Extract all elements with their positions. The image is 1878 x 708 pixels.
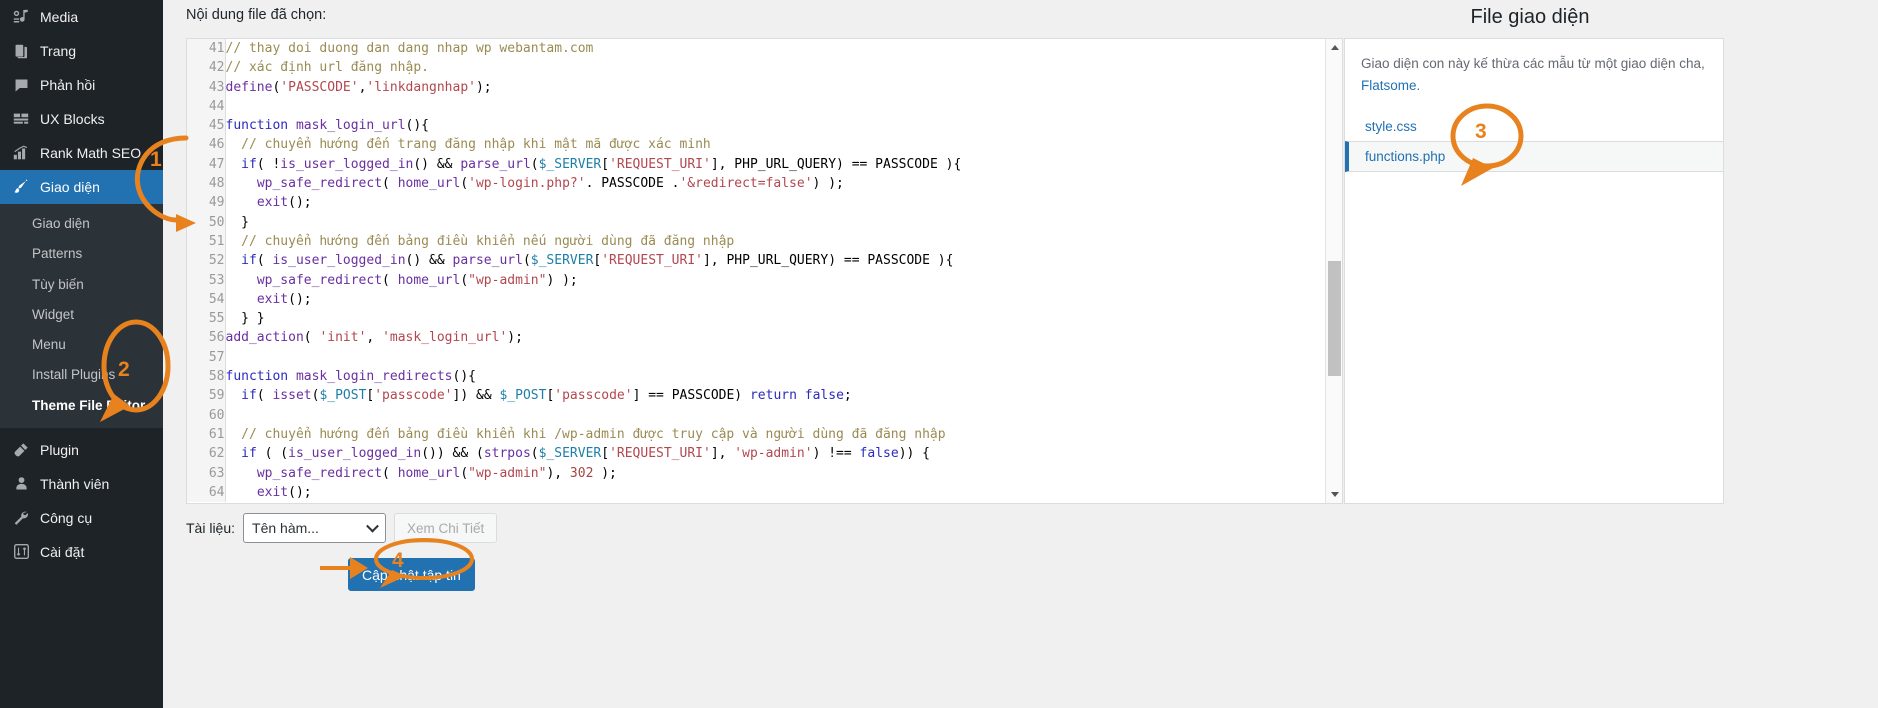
sidebar-item-trang[interactable]: Trang bbox=[0, 34, 163, 68]
sidebar-item-label: Cài đặt bbox=[40, 543, 85, 560]
sidebar-item-thanh-vien[interactable]: Thành viên bbox=[0, 467, 163, 501]
select-value: Tên hàm... bbox=[252, 520, 319, 536]
admin-sidebar: Media Trang Phản hồi UX Blocks Rank Math… bbox=[0, 0, 163, 708]
submenu-install-plugins[interactable]: Install Plugins bbox=[0, 360, 163, 390]
sidebar-item-giao-dien[interactable]: Giao diện bbox=[0, 170, 163, 204]
file-panel-title: File giao diện bbox=[1470, 6, 1590, 28]
sidebar-item-rank-math-seo[interactable]: Rank Math SEO bbox=[0, 136, 163, 170]
submenu-menu[interactable]: Menu bbox=[0, 330, 163, 360]
file-content-label: Nội dung file đã chọn: bbox=[186, 7, 327, 23]
appearance-submenu: Giao diện Patterns Tùy biến Widget Menu … bbox=[0, 204, 163, 428]
seo-chart-icon bbox=[11, 143, 31, 163]
code-area[interactable]: 41 42 43 44 45 46 47 48 49 50 51 52 53 54 55 56 57 58 59 60… bbox=[187, 39, 1325, 503]
sidebar-item-ux-blocks[interactable]: UX Blocks bbox=[0, 102, 163, 136]
file-item-style-css[interactable]: style.css bbox=[1345, 112, 1723, 141]
sidebar-item-phan-hoi[interactable]: Phản hồi bbox=[0, 68, 163, 102]
sidebar-item-media[interactable]: Media bbox=[0, 0, 163, 34]
submenu-giao-dien[interactable]: Giao diện bbox=[0, 209, 163, 239]
sidebar-item-cai-dat[interactable]: Cài đặt bbox=[0, 535, 163, 569]
scroll-down-arrow-icon[interactable] bbox=[1326, 486, 1342, 503]
sidebar-item-label: UX Blocks bbox=[40, 111, 105, 127]
sidebar-item-label: Phản hồi bbox=[40, 77, 96, 93]
editor-scrollbar[interactable] bbox=[1325, 39, 1342, 503]
submenu-patterns[interactable]: Patterns bbox=[0, 239, 163, 269]
media-icon bbox=[11, 7, 31, 27]
submenu-tuy-bien[interactable]: Tùy biến bbox=[0, 270, 163, 300]
submenu-theme-file-editor[interactable]: Theme File Editor bbox=[0, 391, 163, 421]
scrollbar-thumb[interactable] bbox=[1328, 261, 1341, 376]
plugin-icon bbox=[11, 440, 31, 460]
lookup-details-button[interactable]: Xem Chi Tiết bbox=[394, 513, 498, 543]
update-file-button[interactable]: Cập nhật tập tin bbox=[348, 558, 475, 591]
sidebar-item-plugin[interactable]: Plugin bbox=[0, 433, 163, 467]
sidebar-item-label: Giao diện bbox=[40, 179, 100, 195]
parent-theme-link[interactable]: Flatsome bbox=[1361, 78, 1417, 93]
chevron-down-icon bbox=[366, 519, 379, 533]
scroll-up-arrow-icon[interactable] bbox=[1326, 39, 1342, 56]
sidebar-item-label: Công cụ bbox=[40, 509, 93, 526]
documentation-label: Tài liệu: bbox=[186, 520, 236, 536]
theme-files-panel: Giao diện con này kế thừa các mẫu từ một… bbox=[1344, 38, 1724, 504]
submenu-widget[interactable]: Widget bbox=[0, 300, 163, 330]
pages-icon bbox=[11, 41, 31, 61]
sidebar-item-label: Plugin bbox=[40, 441, 79, 458]
blocks-icon bbox=[11, 109, 31, 129]
sidebar-item-cong-cu[interactable]: Công cụ bbox=[0, 501, 163, 535]
sidebar-item-label: Rank Math SEO bbox=[40, 145, 142, 161]
child-theme-note: Giao diện con này kế thừa các mẫu từ một… bbox=[1345, 39, 1723, 97]
code-editor[interactable]: 41 42 43 44 45 46 47 48 49 50 51 52 53 54 55 56 57 58 59 60… bbox=[186, 38, 1343, 504]
users-icon bbox=[11, 474, 31, 494]
settings-sliders-icon bbox=[11, 542, 31, 562]
tools-wrench-icon bbox=[11, 508, 31, 528]
file-item-functions-php[interactable]: functions.php bbox=[1345, 140, 1723, 172]
main-content: Nội dung file đã chọn: File giao diện 41… bbox=[163, 0, 1878, 708]
wordpress-theme-file-editor-screen: Media Trang Phản hồi UX Blocks Rank Math… bbox=[0, 0, 1878, 708]
sidebar-item-label: Thành viên bbox=[40, 475, 110, 492]
code-source[interactable]: // thay doi duong dan dang nhap wp weban… bbox=[225, 39, 1325, 502]
appearance-brush-icon bbox=[11, 177, 31, 197]
note-suffix: . bbox=[1416, 77, 1421, 93]
line-number-gutter: 41 42 43 44 45 46 47 48 49 50 51 52 53 54 55 56 57 58 59 60… bbox=[187, 39, 226, 503]
documentation-row: Tài liệu: Tên hàm... Xem Chi Tiết bbox=[186, 513, 498, 543]
note-prefix: Giao diện con này kế thừa các mẫu từ một… bbox=[1361, 56, 1705, 71]
function-name-select[interactable]: Tên hàm... bbox=[243, 513, 387, 543]
sidebar-item-label: Media bbox=[40, 9, 79, 25]
sidebar-item-label: Trang bbox=[40, 43, 77, 59]
comments-icon bbox=[11, 75, 31, 95]
